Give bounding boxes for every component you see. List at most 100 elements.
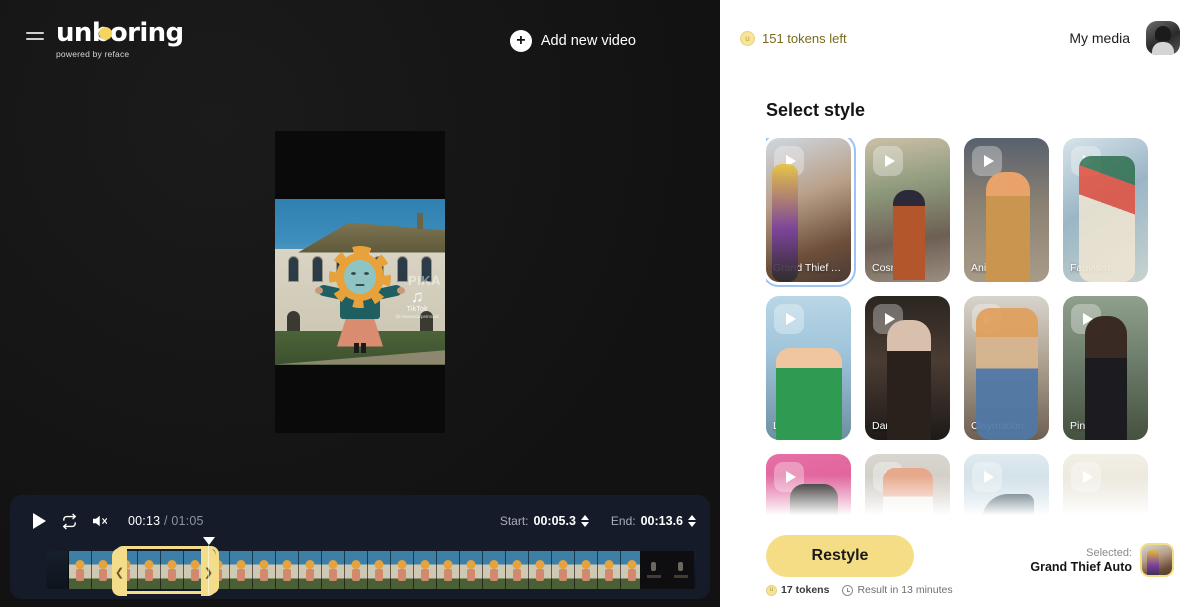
- style-grid: Grand Thief A… Cosmic Anime Fauvism L3GO Dark…: [766, 138, 1174, 531]
- volume-muted-icon[interactable]: [84, 506, 114, 536]
- style-grid-wrapper[interactable]: Grand Thief A… Cosmic Anime Fauvism L3GO Dark…: [766, 138, 1174, 531]
- filmstrip-frame[interactable]: [46, 551, 69, 589]
- play-icon[interactable]: [774, 304, 804, 334]
- style-card[interactable]: Grand Thief A…: [766, 138, 856, 287]
- filmstrip-frame[interactable]: [253, 551, 276, 589]
- logo-subtitle: powered by reface: [56, 49, 130, 59]
- trim-fields: Start: 00:05.3 End: 00:13.6: [500, 514, 696, 528]
- avatar[interactable]: [1146, 21, 1180, 55]
- play-icon[interactable]: [972, 304, 1002, 334]
- style-card[interactable]: Claymation: [964, 296, 1049, 440]
- style-card-label: Dark: [872, 420, 895, 432]
- subject-face: [344, 259, 376, 294]
- page-title: Select style: [766, 100, 866, 120]
- tokens-badge: u 151 tokens left: [740, 30, 847, 46]
- play-icon[interactable]: [972, 462, 1002, 492]
- subject-hand-left: [315, 286, 323, 294]
- video-player-surface[interactable]: PIKA ♫ TikTok @ monoscarpetmusic: [275, 130, 445, 433]
- filmstrip-frame[interactable]: [506, 551, 529, 589]
- add-new-video-label: Add new video: [540, 33, 636, 49]
- tiktok-handle-label: @ monoscarpetmusic: [395, 313, 439, 319]
- filmstrip[interactable]: [46, 551, 696, 589]
- filmstrip-frame[interactable]: [230, 551, 253, 589]
- tokens-left-label: 151 tokens left: [762, 30, 847, 46]
- pika-watermark: PIKA: [407, 273, 441, 289]
- play-icon[interactable]: [774, 462, 804, 492]
- playhead-marker[interactable]: [203, 537, 215, 545]
- play-icon[interactable]: [873, 146, 903, 176]
- style-card[interactable]: Dark: [865, 296, 950, 440]
- filmstrip-frame[interactable]: [368, 551, 391, 589]
- style-card[interactable]: Fauvism: [1063, 138, 1148, 282]
- filmstrip-frame[interactable]: [529, 551, 552, 589]
- start-stepper[interactable]: [580, 515, 589, 527]
- filmstrip-frame[interactable]: [322, 551, 345, 589]
- style-card[interactable]: [1063, 454, 1148, 531]
- selected-style-summary: Selected: Grand Thief Auto: [1030, 535, 1174, 577]
- filmstrip-frame[interactable]: [345, 551, 368, 589]
- sun-mask-icon: [329, 245, 391, 308]
- style-card[interactable]: L3GO: [766, 296, 851, 440]
- end-value: 00:13.6: [640, 514, 683, 528]
- frame-thumb-icon: [673, 562, 688, 578]
- timeline-track[interactable]: ❮ ❯: [46, 537, 696, 596]
- hamburger-icon[interactable]: [26, 32, 44, 44]
- style-card[interactable]: [865, 454, 950, 531]
- filmstrip-frame[interactable]: [69, 551, 92, 589]
- filmstrip-frame[interactable]: [575, 551, 598, 589]
- start-time-field[interactable]: Start: 00:05.3: [500, 514, 589, 528]
- style-card[interactable]: Cosmic: [865, 138, 950, 282]
- filmstrip-frame[interactable]: [391, 551, 414, 589]
- style-card-label: Anime: [971, 262, 1001, 274]
- player-controls: 00:13 / 01:05 Start: 00:05.3 End: 00:13.…: [10, 495, 710, 547]
- video-editor-pane: unboring powered by reface + Add new vid…: [0, 0, 720, 607]
- video-content: PIKA ♫ TikTok @ monoscarpetmusic: [275, 198, 445, 365]
- style-card[interactable]: [964, 454, 1049, 531]
- brand-logo[interactable]: unboring powered by reface: [56, 20, 184, 59]
- subject-leg: [361, 342, 366, 353]
- filmstrip-frame[interactable]: [460, 551, 483, 589]
- filmstrip-frame[interactable]: [299, 551, 322, 589]
- filmstrip-frame[interactable]: [437, 551, 460, 589]
- subject-eye: [364, 271, 369, 275]
- end-time-field[interactable]: End: 00:13.6: [611, 514, 696, 528]
- style-card-label: L3GO: [773, 420, 802, 432]
- play-icon[interactable]: [24, 506, 54, 536]
- style-card[interactable]: [766, 454, 851, 531]
- token-coin-icon: u: [740, 30, 755, 46]
- style-card[interactable]: Pin Up: [1063, 296, 1148, 440]
- play-icon[interactable]: [972, 146, 1002, 176]
- app-root: unboring powered by reface + Add new vid…: [0, 0, 1200, 607]
- end-stepper[interactable]: [688, 515, 696, 527]
- filmstrip-frame[interactable]: [483, 551, 506, 589]
- subject-mouth: [355, 283, 365, 286]
- my-media-link[interactable]: My media: [1069, 30, 1130, 46]
- end-label: End:: [610, 514, 636, 528]
- filmstrip-frame[interactable]: [598, 551, 621, 589]
- trim-handle-left[interactable]: ❮: [112, 548, 127, 596]
- filmstrip-frame[interactable]: [161, 551, 184, 589]
- play-icon[interactable]: [774, 146, 804, 176]
- video-archway: [287, 310, 300, 331]
- loop-icon[interactable]: [54, 506, 84, 536]
- filmstrip-frame[interactable]: [138, 551, 161, 589]
- selected-style-thumbnail: [1140, 543, 1174, 577]
- subject-eye: [351, 271, 356, 275]
- filmstrip-frame[interactable]: [414, 551, 437, 589]
- selected-label: Selected:: [1086, 546, 1132, 559]
- style-card-label: Pin Up: [1070, 420, 1102, 432]
- play-icon[interactable]: [873, 462, 903, 492]
- style-card[interactable]: Anime: [964, 138, 1049, 282]
- total-time: 01:05: [171, 514, 204, 528]
- play-icon[interactable]: [1071, 146, 1101, 176]
- plus-icon: +: [509, 30, 532, 52]
- filmstrip-frame[interactable]: [552, 551, 575, 589]
- filmstrip-frame[interactable]: [276, 551, 299, 589]
- add-new-video-button[interactable]: + Add new video: [509, 30, 636, 52]
- eta-meta: Result in 13 minutes: [842, 584, 953, 596]
- play-icon[interactable]: [873, 304, 903, 334]
- play-icon[interactable]: [1071, 462, 1101, 492]
- play-icon[interactable]: [1071, 304, 1101, 334]
- restyle-button[interactable]: Restyle: [766, 535, 914, 577]
- playhead-line: [208, 545, 209, 595]
